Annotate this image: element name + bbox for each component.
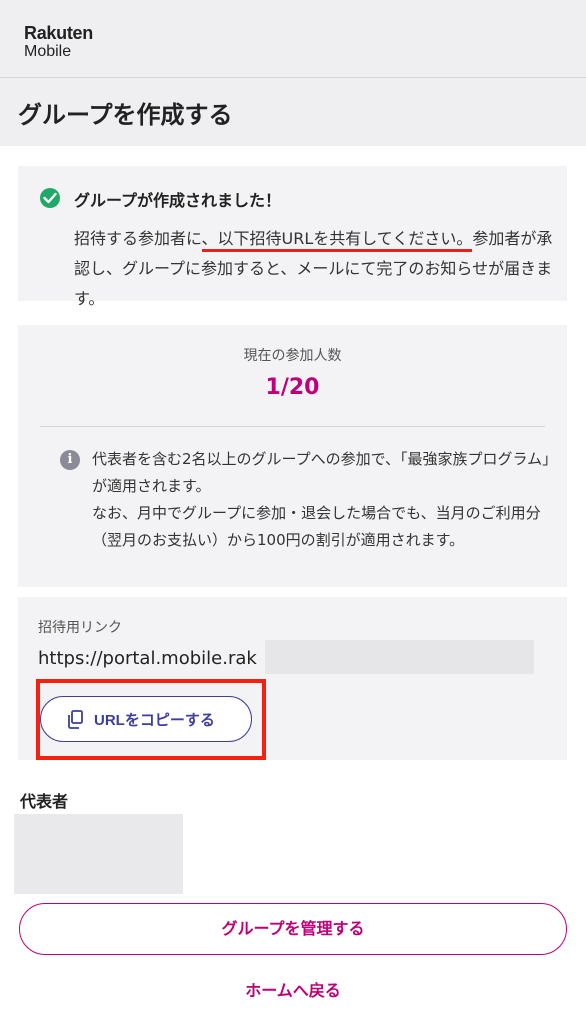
logo-line1: Rakuten	[24, 23, 93, 43]
success-body-highlight: 、以下招待URLを共有してください。	[201, 229, 473, 252]
app-header: Rakuten Mobile	[0, 0, 586, 78]
title-bar: グループを作成する	[0, 78, 586, 146]
success-title: グループが作成されました！	[74, 191, 282, 210]
program-note-line2: なお、月中でグループに参加・退会した場合でも、当月のご利用分（翌月のお支払い）か…	[92, 504, 541, 549]
rakuten-mobile-logo[interactable]: Rakuten Mobile	[24, 24, 93, 60]
member-count-card: 現在の参加人数 1/20 i 代表者を含む2名以上のグループへの参加で、「最強家…	[18, 325, 567, 587]
invite-url[interactable]: https://portal.mobile.rak	[38, 648, 257, 669]
member-count-label: 現在の参加人数	[243, 348, 342, 364]
manage-group-button[interactable]: グループを管理する	[19, 903, 567, 955]
url-redaction	[265, 640, 534, 674]
success-body-pre: 招待する参加者に	[74, 229, 202, 248]
representative-label: 代表者	[20, 792, 69, 811]
check-circle-icon	[40, 188, 60, 208]
success-message-card: グループが作成されました！ 招待する参加者に、以下招待URLを共有してください。…	[18, 166, 567, 308]
program-note: 代表者を含む2名以上のグループへの参加で、「最強家族プログラム」が適用されます。…	[92, 446, 552, 554]
divider	[40, 426, 545, 427]
page-title: グループを作成する	[18, 101, 233, 129]
success-body: 招待する参加者に、以下招待URLを共有してください。参加者が承認し、グループに参…	[74, 224, 554, 314]
representative-redaction	[14, 814, 183, 894]
logo-line2: Mobile	[24, 43, 72, 60]
info-icon: i	[60, 450, 80, 470]
back-to-home-link[interactable]: ホームへ戻る	[0, 977, 586, 1001]
invite-link-label: 招待用リンク	[38, 620, 122, 636]
highlight-box	[36, 679, 266, 760]
member-count-value: 1/20	[265, 375, 320, 400]
program-note-line1: 代表者を含む2名以上のグループへの参加で、「最強家族プログラム」が適用されます。	[92, 450, 550, 495]
